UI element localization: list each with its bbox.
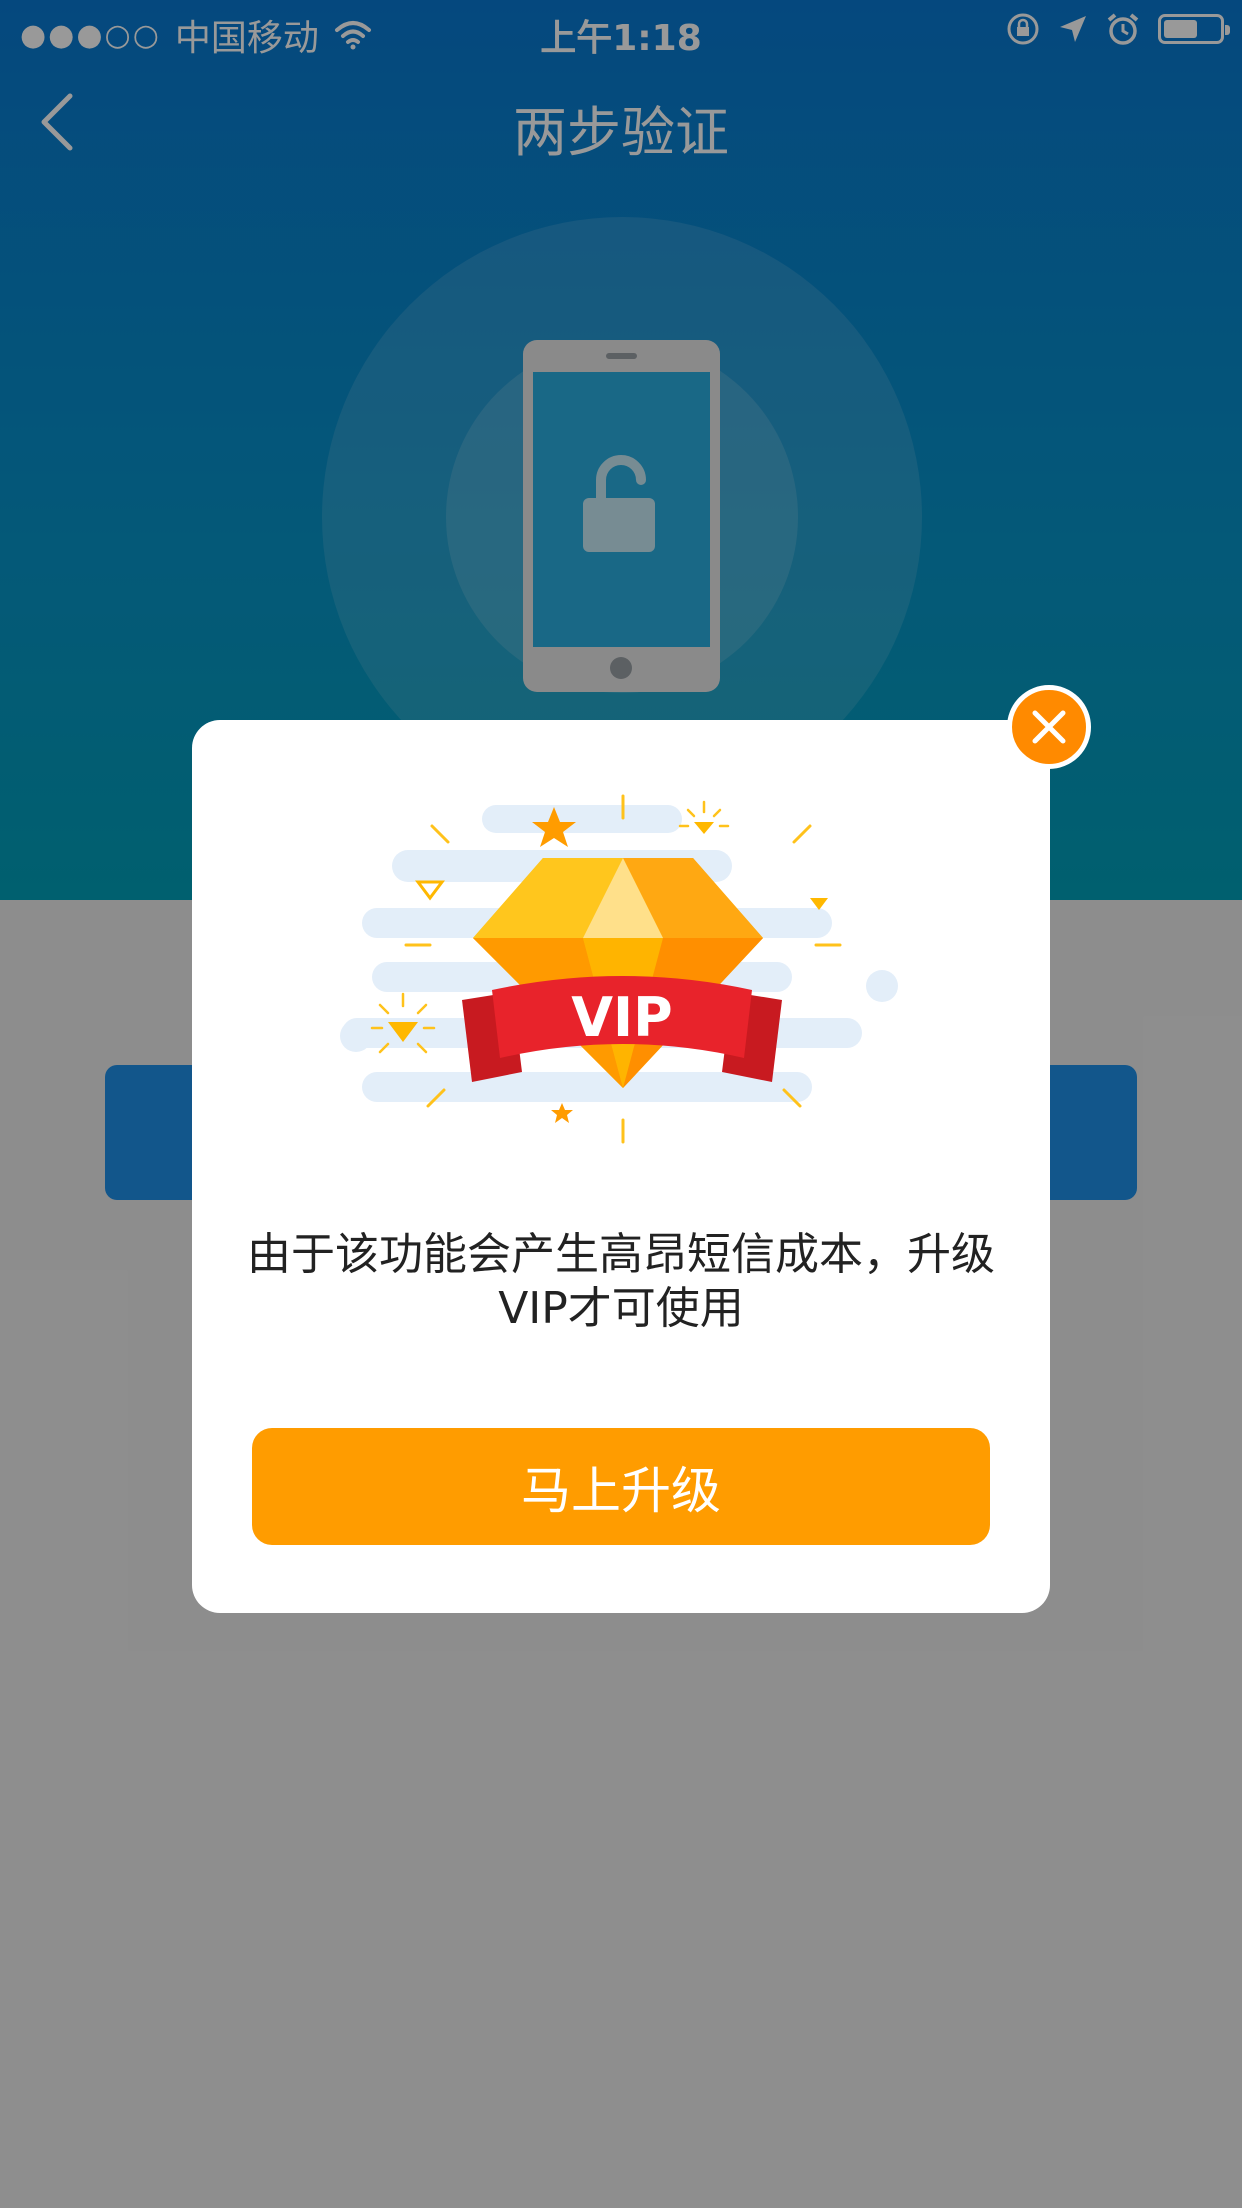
vip-modal: VIP 由于该功能会产生高昂短信成本，升级VIP才可使用 马上升级 xyxy=(192,720,1050,1613)
sparkle-diamond-right xyxy=(678,800,730,834)
upgrade-button[interactable]: 马上升级 xyxy=(252,1428,990,1545)
vip-illustration: VIP xyxy=(340,794,898,1144)
small-diamond-icon xyxy=(415,880,445,901)
close-icon xyxy=(1032,710,1066,744)
modal-message: 由于该功能会产生高昂短信成本，升级VIP才可使用 xyxy=(247,1229,995,1334)
close-button[interactable] xyxy=(1007,685,1091,769)
screen: ●●●○○ 中国移动 上午1:18 两步验证 VIP 由于该功能会产生高昂短信成… xyxy=(0,0,1242,2208)
star-icon-bottom xyxy=(551,1103,573,1123)
vip-badge-text: VIP xyxy=(571,986,672,1049)
